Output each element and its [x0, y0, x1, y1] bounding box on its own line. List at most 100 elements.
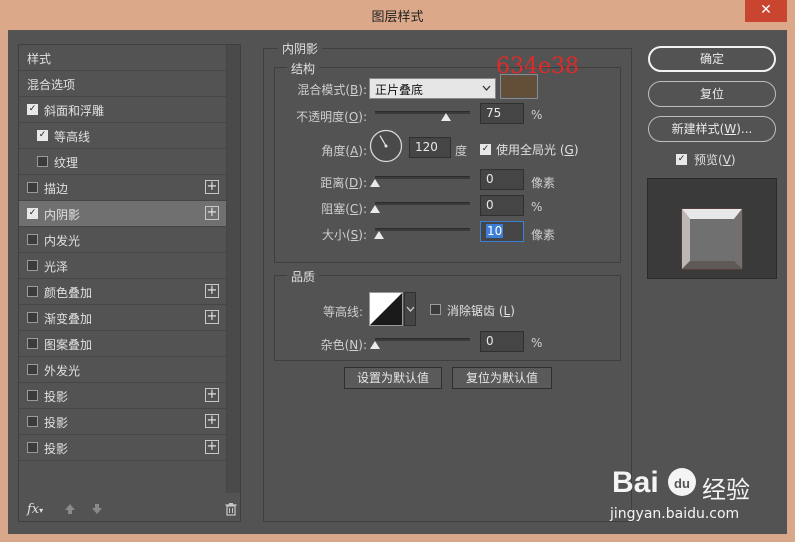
opacity-slider-track[interactable] [375, 111, 470, 114]
style-item[interactable]: ✓ 等高线 [19, 123, 228, 149]
anti-alias-checkbox[interactable] [430, 304, 441, 315]
style-item[interactable]: 光泽 [19, 253, 228, 279]
trash-icon[interactable] [224, 502, 238, 516]
move-down-icon[interactable] [90, 502, 104, 516]
style-item[interactable]: 混合选项 [19, 71, 228, 97]
style-item-label: 投影 [44, 416, 69, 430]
size-slider-thumb[interactable] [373, 231, 384, 239]
style-item-checkbox[interactable] [37, 156, 48, 167]
angle-label: 角度(A): [321, 144, 367, 158]
style-item-label: 斜面和浮雕 [44, 104, 105, 118]
style-item[interactable]: 纹理 [19, 149, 228, 175]
watermark-brand: Bai [612, 466, 659, 499]
style-item[interactable]: 颜色叠加 + [19, 279, 228, 305]
style-item[interactable]: 内发光 [19, 227, 228, 253]
style-item-checkbox[interactable] [27, 416, 38, 427]
style-item-label: 纹理 [54, 156, 79, 170]
style-item-checkbox[interactable]: ✓ [27, 208, 38, 219]
close-button[interactable]: ✕ [745, 0, 787, 22]
contour-dropdown[interactable] [404, 292, 416, 326]
choke-input[interactable]: 0 [480, 195, 524, 216]
style-item-label: 投影 [44, 442, 69, 456]
add-effect-icon[interactable]: + [205, 388, 219, 402]
style-item[interactable]: 图案叠加 [19, 331, 228, 357]
quality-title: 品质 [287, 268, 320, 285]
style-item[interactable]: ✓ 斜面和浮雕 [19, 97, 228, 123]
style-item-checkbox[interactable] [27, 260, 38, 271]
baidu-watermark: Bai du 经验 jingyan.baidu.com [608, 466, 783, 528]
size-label: 大小(S): [321, 228, 367, 242]
noise-unit: % [531, 336, 543, 350]
global-light-label: 使用全局光 (G) [496, 143, 579, 157]
angle-input[interactable]: 120 [409, 137, 451, 158]
reset-default-button[interactable]: 复位为默认值 [452, 367, 552, 389]
window-title: 图层样式 [371, 10, 424, 25]
paw-icon: du [668, 468, 696, 496]
style-list-toolbar: fx▾ [19, 497, 240, 521]
add-effect-icon[interactable]: + [205, 440, 219, 454]
inner-shadow-title: 内阴影 [278, 40, 323, 57]
choke-slider-thumb[interactable] [370, 205, 380, 213]
add-effect-icon[interactable]: + [205, 180, 219, 194]
style-preview [647, 178, 777, 279]
style-item[interactable]: 投影 + [19, 383, 228, 409]
add-effect-icon[interactable]: + [205, 310, 219, 324]
style-item-label: 混合选项 [27, 78, 76, 92]
style-item-label: 颜色叠加 [44, 286, 93, 300]
distance-slider-track[interactable] [375, 176, 470, 179]
style-item-checkbox[interactable] [27, 364, 38, 375]
style-item-checkbox[interactable] [27, 390, 38, 401]
style-item-label: 光泽 [44, 260, 69, 274]
choke-unit: % [531, 200, 543, 214]
size-input[interactable]: 10 [480, 221, 524, 242]
style-item-checkbox[interactable] [27, 442, 38, 453]
style-item-checkbox[interactable] [27, 312, 38, 323]
ok-button[interactable]: 确定 [648, 46, 776, 72]
style-item-label: 内发光 [44, 234, 81, 248]
blend-mode-value: 正片叠底 [375, 83, 424, 97]
style-item[interactable]: 投影 + [19, 435, 228, 461]
reset-button[interactable]: 复位 [648, 81, 776, 107]
global-light-checkbox[interactable]: ✓ [480, 144, 491, 155]
style-item[interactable]: 渐变叠加 + [19, 305, 228, 331]
style-item[interactable]: 样式 [19, 45, 228, 71]
style-item[interactable]: ✓ 内阴影 + [19, 201, 228, 227]
style-list: 样式 混合选项 ✓ 斜面和浮雕 ✓ 等高线 纹理 描边 + ✓ 内阴影 + 内发光 光泽 颜色叠加 + 渐变叠加… [18, 44, 241, 522]
contour-preview[interactable] [369, 292, 403, 326]
style-item-checkbox[interactable]: ✓ [37, 130, 48, 141]
add-effect-icon[interactable]: + [205, 206, 219, 220]
contour-label: 等高线: [322, 305, 363, 319]
add-effect-icon[interactable]: + [205, 414, 219, 428]
angle-dial[interactable] [369, 129, 403, 163]
style-item-checkbox[interactable]: ✓ [27, 104, 38, 115]
style-item-checkbox[interactable] [27, 234, 38, 245]
add-effect-icon[interactable]: + [205, 284, 219, 298]
move-up-icon[interactable] [63, 502, 77, 516]
style-item-checkbox[interactable] [27, 286, 38, 297]
style-item[interactable]: 投影 + [19, 409, 228, 435]
fx-icon[interactable]: fx▾ [27, 502, 43, 517]
style-item[interactable]: 外发光 [19, 357, 228, 383]
shadow-color-swatch[interactable] [500, 74, 538, 99]
structure-group: 结构 634e38 混合模式(B): 正片叠底 不透明度(O): 75 % 角度… [274, 54, 621, 263]
style-list-scrollbar[interactable] [226, 45, 240, 493]
opacity-slider-thumb[interactable] [441, 113, 452, 121]
style-item-checkbox[interactable] [27, 182, 38, 193]
choke-slider-track[interactable] [375, 202, 470, 205]
distance-slider-thumb[interactable] [370, 179, 380, 187]
style-item[interactable]: 描边 + [19, 175, 228, 201]
blend-mode-select[interactable]: 正片叠底 [369, 78, 496, 99]
noise-slider-track[interactable] [375, 338, 470, 341]
size-slider-track[interactable] [375, 228, 470, 231]
chevron-down-icon [406, 306, 415, 312]
noise-input[interactable]: 0 [480, 331, 524, 352]
new-style-button[interactable]: 新建样式(W)... [648, 116, 776, 142]
noise-slider-thumb[interactable] [370, 341, 380, 349]
distance-input[interactable]: 0 [480, 169, 524, 190]
title-bar: 图层样式 ✕ [0, 0, 795, 30]
style-item-checkbox[interactable] [27, 338, 38, 349]
distance-unit: 像素 [531, 176, 556, 190]
set-default-button[interactable]: 设置为默认值 [344, 367, 442, 389]
preview-checkbox[interactable]: ✓ [676, 154, 687, 165]
opacity-input[interactable]: 75 [480, 103, 524, 124]
